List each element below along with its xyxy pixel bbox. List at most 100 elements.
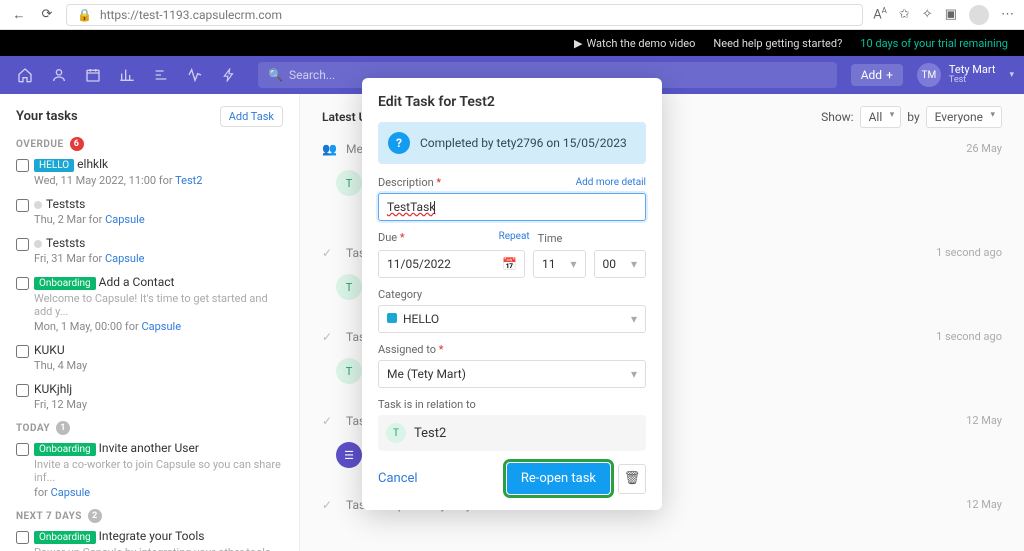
question-icon: ? (388, 132, 410, 154)
person-icon[interactable] (44, 60, 74, 90)
task-checkbox[interactable] (16, 443, 29, 456)
add-button[interactable]: Add + (851, 64, 903, 86)
section-next7: NEXT 7 DAYS 2 (16, 509, 283, 523)
time-label: Time (538, 232, 563, 245)
chevron-down-icon: ▾ (1009, 70, 1014, 80)
category-select[interactable]: HELLO (378, 305, 646, 333)
help-link[interactable]: Need help getting started? (713, 37, 842, 50)
task-tag: HELLO (34, 159, 74, 172)
section-today: TODAY 1 (16, 421, 283, 435)
url-text: https://test-1193.capsulecrm.com (100, 8, 282, 22)
section-overdue: OVERDUE 6 (16, 137, 283, 151)
task-checkbox[interactable] (16, 159, 29, 172)
avatar: TM (917, 63, 941, 87)
by-select[interactable]: Everyone (926, 106, 1002, 128)
cancel-button[interactable]: Cancel (378, 471, 418, 486)
completed-banner: ? Completed by tety2796 on 15/05/2023 (378, 122, 646, 164)
add-detail-link[interactable]: Add more detail (576, 177, 646, 188)
edit-task-modal: Edit Task for Test2 ? Completed by tety2… (362, 78, 662, 510)
trial-status[interactable]: 10 days of your trial remaining (860, 37, 1008, 50)
favorite-icon[interactable]: ✧ (922, 7, 933, 22)
task-checkbox[interactable] (16, 345, 29, 358)
task-row[interactable]: KUKU Thu, 4 May (16, 343, 283, 372)
browser-bar: ← ⟳ 🔒 https://test-1193.capsulecrm.com A… (0, 0, 1024, 30)
promo-bar: ▶Watch the demo video Need help getting … (0, 30, 1024, 56)
next7-count-badge: 2 (88, 509, 102, 523)
avatar: T (336, 274, 362, 300)
time-hour-select[interactable]: 11 (533, 250, 586, 278)
task-row[interactable]: Teststs Fri, 31 Mar for Capsule (16, 236, 283, 265)
demo-link[interactable]: ▶Watch the demo video (574, 37, 695, 50)
task-tag: Onboarding (34, 443, 96, 456)
task-link[interactable]: Capsule (141, 320, 181, 333)
user-sub: Test (949, 76, 996, 86)
category-label: Category (378, 288, 422, 301)
check-icon: ✓ (322, 330, 336, 344)
description-label: Description (378, 176, 434, 189)
reopen-task-button[interactable]: Re-open task (507, 463, 610, 494)
category-color-chip (387, 313, 397, 323)
time-min-select[interactable]: 00 (594, 250, 647, 278)
lock-icon: 🔒 (77, 8, 92, 22)
task-link[interactable]: Capsule (105, 252, 145, 265)
relation-chip[interactable]: T Test2 (378, 415, 646, 451)
avatar: T (336, 358, 362, 384)
calendar-icon[interactable]: 📅 (502, 257, 517, 271)
profile-icon[interactable] (969, 5, 989, 25)
task-tag: Onboarding (34, 531, 96, 544)
search-icon: 🔍 (268, 68, 283, 82)
relation-label: Task is in relation to (378, 398, 476, 411)
assigned-label: Assigned to (378, 343, 436, 356)
task-checkbox[interactable] (16, 384, 29, 397)
more-icon[interactable]: ⋯ (1001, 7, 1014, 22)
show-label: Show: (821, 110, 854, 124)
calendar-icon[interactable] (78, 60, 108, 90)
dot-icon (34, 201, 42, 209)
user-menu[interactable]: TM Tety Mart Test ▾ (917, 63, 1014, 87)
modal-title: Edit Task for Test2 (378, 94, 646, 110)
overdue-count-badge: 6 (70, 137, 84, 151)
activity-icon[interactable] (180, 60, 210, 90)
task-link[interactable]: Capsule (105, 213, 145, 226)
task-checkbox[interactable] (16, 199, 29, 212)
check-icon: ✓ (322, 498, 336, 512)
task-row[interactable]: Teststs Thu, 2 Mar for Capsule (16, 197, 283, 226)
plus-icon: + (886, 68, 893, 82)
home-icon[interactable] (10, 60, 40, 90)
today-count-badge: 1 (56, 421, 70, 435)
bolt-icon[interactable] (214, 60, 244, 90)
delete-button[interactable]: 🗑 (618, 464, 646, 494)
star-outline-icon[interactable]: ✩ (899, 7, 910, 22)
task-checkbox[interactable] (16, 238, 29, 251)
sidebar-title: Your tasks (16, 109, 78, 124)
task-row[interactable]: OnboardingAdd a Contact Welcome to Capsu… (16, 275, 283, 333)
assigned-select[interactable]: Me (Tety Mart) (378, 360, 646, 388)
chart-icon[interactable] (112, 60, 142, 90)
check-icon: ✓ (322, 414, 336, 428)
task-link[interactable]: Test2 (175, 174, 202, 187)
sidebar: Your tasks Add Task OVERDUE 6 HELLOelhkl… (0, 94, 300, 551)
task-tag: Onboarding (34, 277, 96, 290)
collections-icon[interactable]: ▣ (945, 7, 957, 22)
task-checkbox[interactable] (16, 531, 29, 544)
list-icon[interactable] (146, 60, 176, 90)
by-label: by (907, 110, 919, 124)
repeat-link[interactable]: Repeat (499, 231, 530, 246)
back-icon[interactable]: ← (10, 6, 28, 24)
refresh-icon[interactable]: ⟳ (38, 6, 56, 24)
task-row[interactable]: OnboardingIntegrate your Tools Power up … (16, 529, 283, 551)
task-link[interactable]: Capsule (51, 486, 91, 499)
group-icon: 👥 (322, 142, 336, 156)
task-row[interactable]: KUKjhlj Fri, 12 May (16, 382, 283, 411)
task-row[interactable]: OnboardingInvite another User Invite a c… (16, 441, 283, 499)
check-icon: ✓ (322, 246, 336, 260)
text-size-icon[interactable]: AA (873, 6, 887, 22)
task-row[interactable]: HELLOelhklk Wed, 11 May 2022, 11:00 for … (16, 157, 283, 187)
task-checkbox[interactable] (16, 277, 29, 290)
show-select[interactable]: All (860, 106, 902, 128)
description-input[interactable]: TestTask (378, 193, 646, 221)
url-box[interactable]: 🔒 https://test-1193.capsulecrm.com (66, 4, 863, 26)
add-task-button[interactable]: Add Task (220, 106, 283, 127)
play-circle-icon: ▶ (574, 37, 582, 50)
relation-avatar: T (386, 423, 406, 443)
